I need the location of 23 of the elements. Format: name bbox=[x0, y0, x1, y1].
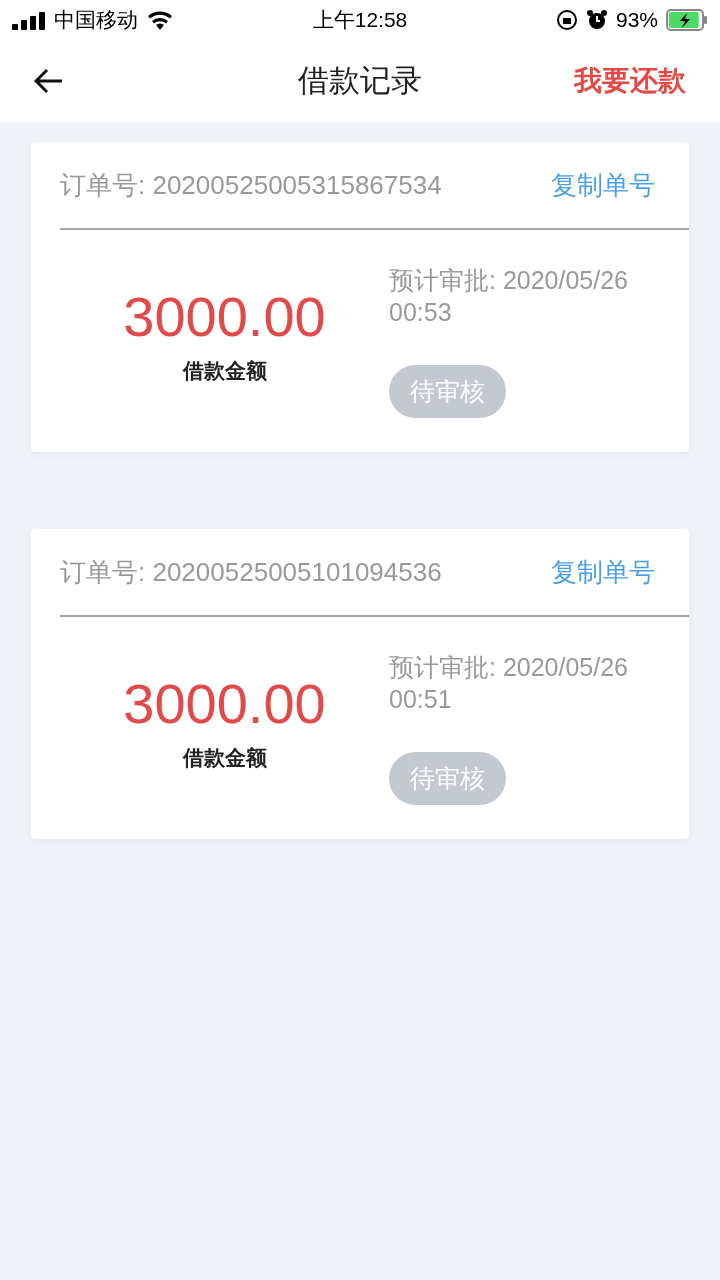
order-number: 订单号: 20200525005101094536 bbox=[60, 555, 442, 589]
back-button[interactable] bbox=[34, 68, 64, 94]
page-title: 借款记录 bbox=[298, 62, 422, 100]
loan-amount: 3000.00 bbox=[123, 671, 326, 736]
alarm-icon bbox=[585, 9, 608, 31]
order-number: 订单号: 20200525005315867534 bbox=[60, 168, 442, 202]
carrier-name: 中国移动 bbox=[54, 7, 138, 33]
signal-icon bbox=[12, 10, 46, 30]
clock-time: 上午12:58 bbox=[312, 8, 408, 31]
copy-order-button[interactable]: 复制单号 bbox=[551, 167, 655, 203]
amount-label: 借款金额 bbox=[182, 745, 267, 771]
copy-order-button[interactable]: 复制单号 bbox=[551, 554, 655, 590]
repay-button[interactable]: 我要还款 bbox=[574, 62, 686, 100]
status-badge: 待审核 bbox=[389, 752, 506, 805]
approval-time: 预计审批: 2020/05/26 00:51 bbox=[389, 652, 629, 715]
battery-percent: 93% bbox=[615, 8, 658, 32]
approval-time: 预计审批: 2020/05/26 00:53 bbox=[389, 265, 629, 328]
amount-label: 借款金额 bbox=[182, 358, 267, 384]
loan-amount: 3000.00 bbox=[123, 284, 326, 349]
back-arrow-icon bbox=[34, 68, 64, 94]
wifi-icon bbox=[146, 9, 174, 31]
status-badge: 待审核 bbox=[389, 365, 506, 418]
rotation-lock-icon bbox=[555, 9, 578, 31]
